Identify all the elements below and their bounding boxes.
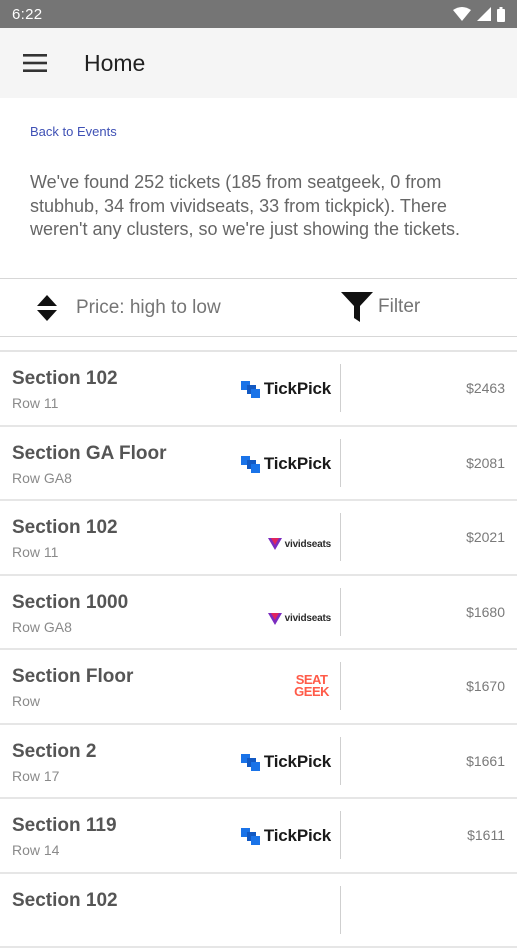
ticket-row-label: Row 17 (12, 768, 59, 784)
source-label: vividseats (285, 613, 331, 624)
battery-icon (497, 7, 505, 22)
ticket-row[interactable]: Section 1000 Row GA8 vividseats $1680 (0, 576, 517, 651)
divider (340, 513, 341, 561)
status-time: 6:22 (12, 6, 42, 23)
tickpick-mark-icon (241, 454, 261, 474)
filter-icon (340, 291, 374, 323)
divider (0, 336, 517, 337)
ticket-section: Section 2 (12, 741, 96, 763)
ticket-row[interactable]: Section 102 Row 11 vividseats $2021 (0, 501, 517, 576)
ticket-row[interactable]: Section 2 Row 17 TickPick $1661 (0, 725, 517, 800)
sort-button[interactable]: Price: high to low (36, 294, 221, 322)
tickpick-logo: TickPick (241, 451, 331, 477)
ticket-row[interactable]: Section 102 Row 11 TickPick $2463 (0, 352, 517, 427)
tickpick-logo: TickPick (241, 749, 331, 775)
ticket-price: $2463 (466, 380, 505, 396)
sort-label: Price: high to low (76, 297, 221, 319)
seatgeek-logo: SEAT GEEK (294, 674, 329, 700)
vividseats-logo: vividseats (268, 606, 331, 632)
ticket-price: $2081 (466, 455, 505, 471)
source-label: GEEK (294, 686, 329, 698)
source-label: vividseats (285, 539, 331, 550)
ticket-row-label: Row (12, 693, 40, 709)
ticket-price: $1680 (466, 604, 505, 620)
tickpick-mark-icon (241, 752, 261, 772)
filter-label: Filter (378, 296, 420, 318)
back-to-events-link[interactable]: Back to Events (30, 124, 117, 139)
tickets-summary: We've found 252 tickets (185 from seatge… (30, 171, 485, 242)
ticket-row[interactable]: Section 119 Row 14 TickPick $1611 (0, 799, 517, 874)
ticket-section: Section 1000 (12, 592, 128, 614)
ticket-price: $1661 (466, 753, 505, 769)
page-title: Home (84, 50, 145, 77)
tickpick-mark-icon (241, 379, 261, 399)
divider (340, 439, 341, 487)
source-label: TickPick (264, 826, 331, 846)
ticket-price: $1611 (467, 827, 505, 843)
ticket-section: Section 102 (12, 517, 118, 539)
menu-icon[interactable] (18, 46, 52, 80)
ticket-row-label: Row 11 (12, 544, 58, 560)
ticket-row-label: Row 14 (12, 842, 59, 858)
ticket-row-label: Row 11 (12, 395, 58, 411)
sort-filter-bar: Price: high to low Filter (0, 279, 517, 336)
divider (340, 886, 341, 934)
vividseats-mark-icon (268, 538, 282, 550)
vividseats-mark-icon (268, 613, 282, 625)
divider (340, 364, 341, 412)
vividseats-logo: vividseats (268, 531, 331, 557)
tickpick-logo: TickPick (241, 823, 331, 849)
ticket-row-label: Row GA8 (12, 470, 72, 486)
ticket-price: $1670 (466, 678, 505, 694)
ticket-row[interactable]: Section GA Floor Row GA8 TickPick $2081 (0, 427, 517, 502)
divider (340, 811, 341, 859)
divider (340, 588, 341, 636)
status-bar: 6:22 (0, 0, 517, 28)
tickpick-logo: TickPick (241, 376, 331, 402)
ticket-section: Section 102 (12, 368, 118, 390)
ticket-row[interactable]: Section 102 (0, 874, 517, 948)
filter-button[interactable]: Filter (340, 291, 420, 323)
ticket-row-label: Row GA8 (12, 619, 72, 635)
ticket-list: Section 102 Row 11 TickPick $2463 Sectio… (0, 352, 517, 948)
divider (340, 737, 341, 785)
source-label: TickPick (264, 752, 331, 772)
status-icons (453, 7, 505, 22)
tickpick-mark-icon (241, 826, 261, 846)
divider (340, 662, 341, 710)
ticket-section: Section 119 (12, 815, 117, 837)
app-bar: Home (0, 28, 517, 98)
ticket-section: Section Floor (12, 666, 133, 688)
ticket-price: $2021 (466, 529, 505, 545)
ticket-section: Section 102 (12, 890, 118, 912)
ticket-section: Section GA Floor (12, 443, 166, 465)
wifi-icon (453, 7, 471, 21)
ticket-row[interactable]: Section Floor Row SEAT GEEK $1670 (0, 650, 517, 725)
source-label: TickPick (264, 379, 331, 399)
sort-icon (36, 294, 58, 322)
signal-icon (477, 7, 491, 21)
source-label: TickPick (264, 454, 331, 474)
